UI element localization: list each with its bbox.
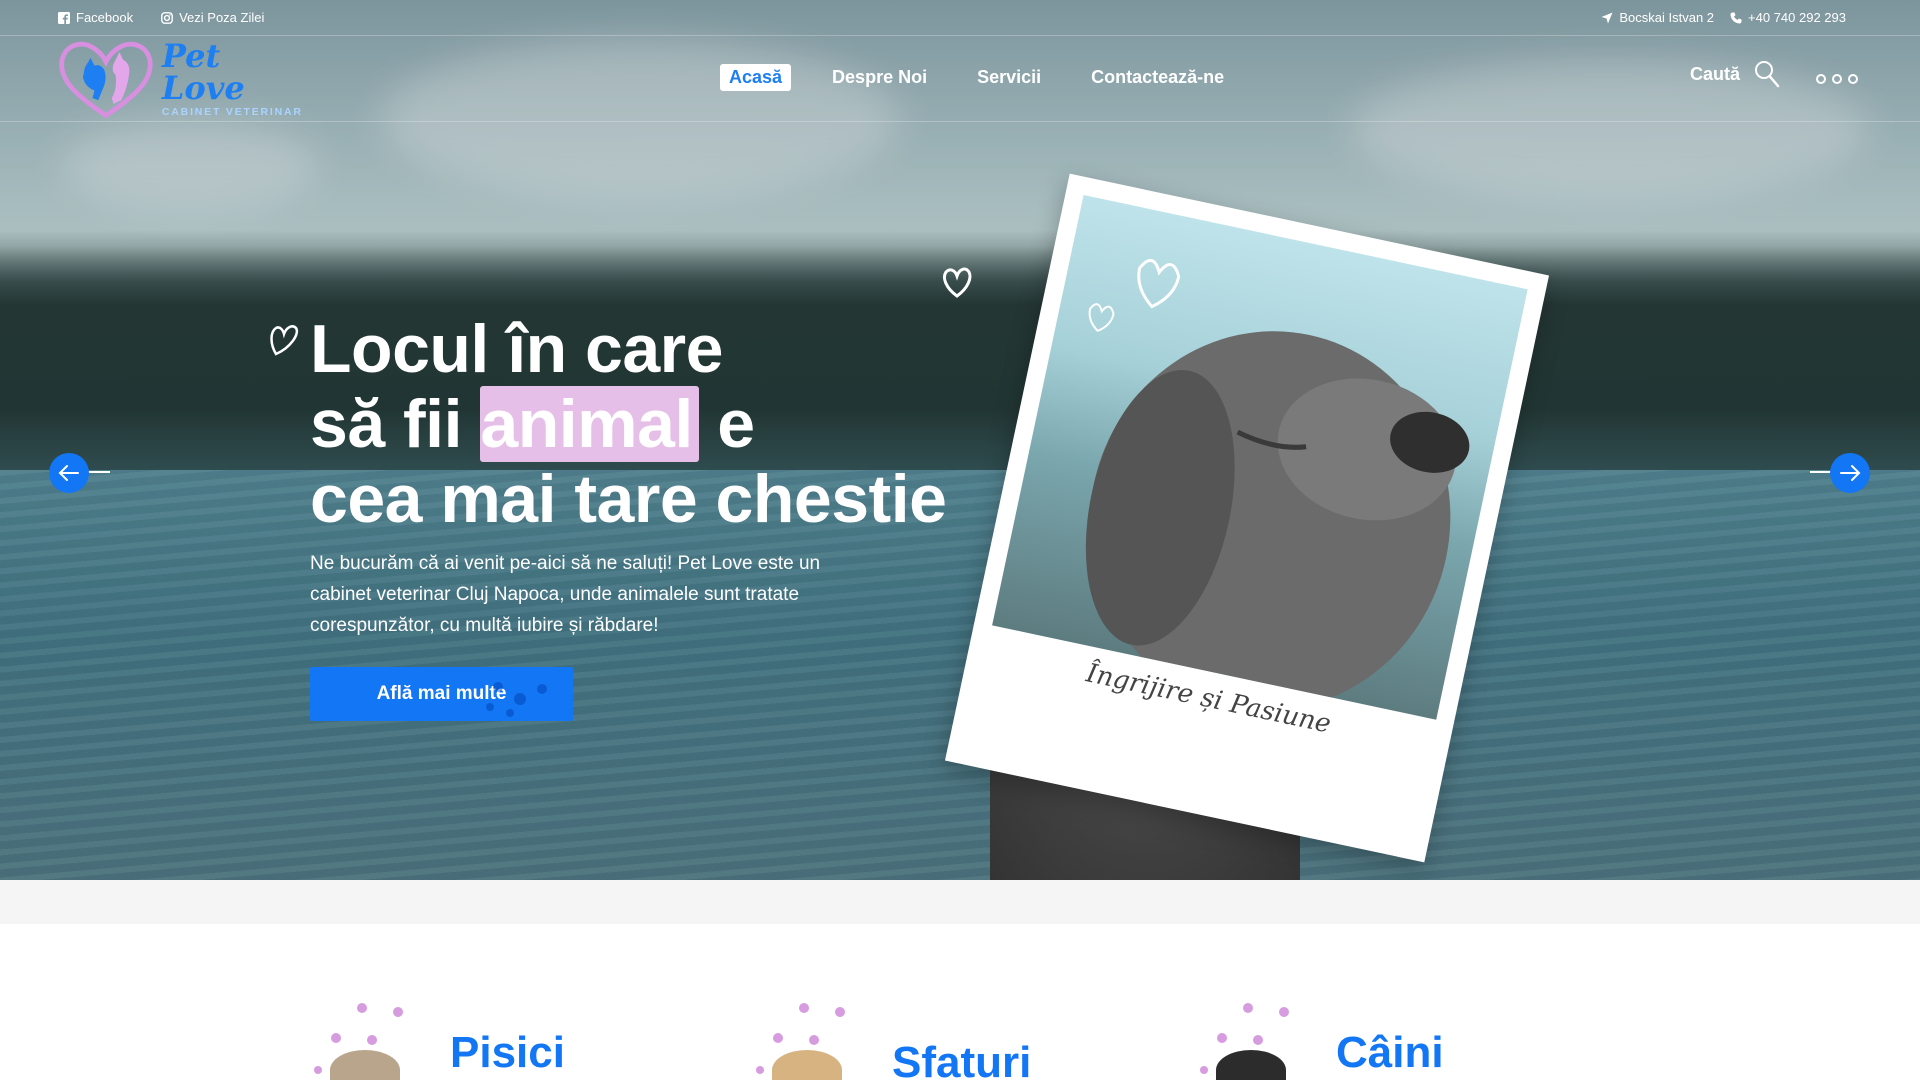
- headline-highlight: animal: [480, 386, 699, 462]
- headline-line-2-suffix: e: [717, 386, 755, 462]
- paw-prints-icon: [486, 682, 547, 717]
- headline-line-1: Locul în care: [310, 311, 723, 387]
- heart-doodle-icon: [942, 267, 972, 298]
- dot: [1848, 74, 1858, 84]
- nav-item-servicii[interactable]: Servicii: [968, 64, 1050, 91]
- facebook-label: Facebook: [76, 10, 134, 25]
- brand-name: Pet Love: [161, 37, 245, 107]
- dot: [1832, 74, 1842, 84]
- hero-description: Ne bucurăm că ai venit pe-aici să ne sal…: [310, 553, 821, 636]
- category-title: Câini: [1336, 1028, 1444, 1077]
- top-bar: Facebook Vezi Poza Zilei Bocskai Istvan …: [0, 0, 1920, 36]
- location-arrow-icon: [1601, 12, 1613, 23]
- main-header: Pet Love CABINET VETERINAR Acasă Despre …: [0, 36, 1920, 122]
- brand-logo[interactable]: Pet Love CABINET VETERINAR: [58, 36, 308, 122]
- phone-text: +40 740 292 293: [1748, 10, 1846, 25]
- phone-link[interactable]: +40 740 292 293: [1730, 10, 1846, 25]
- address-text: Bocskai Istvan 2: [1619, 10, 1715, 25]
- facebook-link[interactable]: Facebook: [58, 10, 133, 25]
- hero-section: Îngrijire și Pasiune: [0, 0, 1920, 880]
- nav-item-contact[interactable]: Contactează-ne: [1082, 64, 1233, 91]
- heart-icon: [1137, 259, 1181, 309]
- more-dots-icon[interactable]: [1816, 74, 1858, 84]
- nav-item-acasa[interactable]: Acasă: [720, 64, 792, 91]
- next-slide-button[interactable]: [1830, 453, 1870, 493]
- category-caini[interactable]: Câini: [1196, 1000, 1556, 1080]
- search-icon: [1755, 61, 1780, 88]
- search-button[interactable]: Caută: [1690, 60, 1780, 88]
- arrow-right-icon: [1840, 465, 1861, 481]
- brand-tagline: CABINET VETERINAR: [161, 106, 303, 118]
- headline-line-2: să fii animal e: [310, 386, 946, 462]
- instagram-link[interactable]: Vezi Poza Zilei: [161, 10, 264, 25]
- category-sfaturi[interactable]: Sfaturi: [752, 1000, 1112, 1080]
- prev-slide-button[interactable]: [49, 453, 89, 493]
- headline-line-3: cea mai tare chestie: [310, 461, 947, 537]
- hero-headline: Locul în care să fii animal e cea mai ta…: [310, 311, 947, 537]
- section-divider: [0, 880, 1920, 924]
- heart-icon: [1088, 303, 1115, 333]
- dog-head-illustration: [1085, 259, 1470, 711]
- category-title: Pisici: [450, 1028, 565, 1077]
- category-pisici[interactable]: Pisici: [310, 1000, 670, 1080]
- headline-line-2-prefix: să fii: [310, 386, 462, 462]
- phone-icon: [1730, 12, 1742, 23]
- main-nav: Acasă Despre Noi Servicii Contactează-ne: [720, 64, 1233, 91]
- arrow-left-icon: [58, 465, 79, 481]
- learn-more-button[interactable]: Află mai multe: [310, 667, 573, 721]
- nav-item-despre-noi[interactable]: Despre Noi: [823, 64, 936, 91]
- instagram-icon: [161, 11, 173, 24]
- heart-doodle-icon: [270, 325, 299, 356]
- category-title: Sfaturi: [892, 1038, 1032, 1080]
- address-link[interactable]: Bocskai Istvan 2: [1601, 10, 1714, 25]
- polaroid-photo: [992, 194, 1528, 720]
- search-label: Caută: [1690, 63, 1741, 84]
- facebook-icon: [58, 11, 70, 24]
- instagram-label: Vezi Poza Zilei: [179, 10, 265, 25]
- dot: [1816, 74, 1826, 84]
- heart-pets-logo-icon: [59, 41, 153, 119]
